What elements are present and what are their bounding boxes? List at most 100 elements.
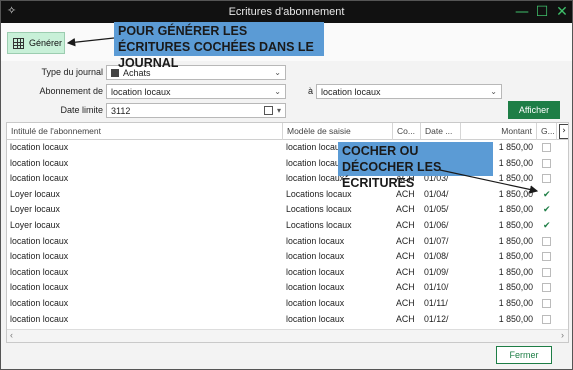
date-limit-value: 3112: [111, 106, 131, 116]
cell-amount: 1 850,00: [498, 282, 533, 293]
table-row[interactable]: location locaux location locaux ACH 01/07/1…: [7, 234, 568, 250]
cell-name: location locaux: [10, 282, 69, 293]
generate-checkbox[interactable]: [542, 314, 551, 324]
table-header: Intitulé de l'abonnement Modèle de saisi…: [7, 123, 568, 140]
column-header-date[interactable]: Date ...: [421, 123, 461, 140]
minimize-icon[interactable]: —: [513, 3, 531, 21]
cell-amount: 1 850,00: [498, 313, 533, 324]
cell-model: location locaux: [286, 251, 345, 262]
table-row[interactable]: Loyer locaux Locations locaux ACH 01/04/1 8…: [7, 187, 568, 203]
calendar-icon[interactable]: [264, 106, 273, 115]
cell-code: ACH: [396, 220, 415, 230]
table-row[interactable]: location locaux location locaux ACH 01/12/1…: [7, 312, 568, 328]
cell-name: location locaux: [10, 266, 69, 277]
column-header-generate[interactable]: G...: [537, 123, 557, 140]
column-header-code[interactable]: Co...: [393, 123, 421, 140]
cell-date: 01/08/: [424, 251, 449, 262]
cell-amount: 1 850,00: [498, 251, 533, 262]
generate-checkbox[interactable]: [542, 267, 551, 277]
cell-date: 01/10/: [424, 282, 449, 293]
cell-amount: 1 850,00: [498, 220, 533, 230]
cell-name: Loyer locaux: [10, 188, 60, 199]
cell-amount: 1 850,00: [498, 204, 533, 215]
cell-model: location locaux: [286, 235, 345, 246]
cell-model: location locaux: [286, 313, 345, 324]
cell-name: location locaux: [10, 142, 69, 152]
chevron-down-icon: ⌄: [490, 87, 497, 96]
close-button[interactable]: Fermer: [496, 346, 552, 364]
window-title: Ecritures d'abonnement: [228, 6, 345, 18]
column-header-name[interactable]: Intitulé de l'abonnement: [7, 123, 283, 140]
horizontal-scrollbar[interactable]: ‹ ›: [7, 329, 568, 342]
cell-amount: 1 850,00: [498, 298, 533, 308]
table-row[interactable]: Loyer locaux Locations locaux ACH 01/06/1 8…: [7, 218, 568, 234]
grid-icon: [13, 37, 24, 49]
subscription-to-value: location locaux: [321, 87, 381, 97]
chevron-down-icon[interactable]: ▾: [277, 106, 281, 116]
generate-checkbox[interactable]: [542, 158, 551, 168]
table-row[interactable]: location locaux location locaux ACH 01/11/1…: [7, 296, 568, 312]
date-limit-field[interactable]: 3112 ▾: [106, 103, 286, 118]
generate-button-label: Générer: [29, 38, 63, 48]
generate-checkbox[interactable]: [542, 299, 551, 308]
cell-model: location locaux: [286, 282, 345, 293]
generate-checkbox[interactable]: [542, 174, 551, 184]
generate-checkbox[interactable]: [542, 283, 551, 293]
cell-code: ACH: [396, 266, 415, 277]
cell-amount: 1 850,00: [498, 188, 533, 199]
table-row[interactable]: location locaux location locaux ACH 01/10/1…: [7, 280, 568, 296]
subscription-to-select[interactable]: location locaux ⌄: [316, 84, 502, 99]
close-icon[interactable]: ✕: [553, 3, 571, 21]
cell-name: location locaux: [10, 313, 69, 324]
show-button[interactable]: Afficher: [508, 101, 560, 119]
journal-type-label: Type du journal: [41, 67, 103, 77]
cell-model: Locations locaux: [286, 204, 352, 215]
date-limit-label: Date limite: [60, 105, 103, 115]
cell-date: 01/11/: [424, 298, 448, 308]
filter-form: Type du journal Achats ⌄ Abonnement de l…: [1, 61, 572, 123]
cell-date: 01/12/: [424, 313, 449, 324]
generate-checkbox[interactable]: ✔: [542, 189, 551, 199]
chevron-down-icon: ⌄: [274, 68, 281, 77]
subscription-to-label: à: [307, 86, 313, 96]
cell-model: location locaux: [286, 298, 345, 308]
table-row[interactable]: location locaux location locaux ACH 01/09/1…: [7, 265, 568, 281]
generate-checkbox[interactable]: [542, 252, 551, 262]
subscription-from-select[interactable]: location locaux ⌄: [106, 84, 286, 99]
cell-date: 01/09/: [424, 266, 449, 277]
scroll-left-icon[interactable]: ‹: [10, 330, 13, 340]
check-callout: COCHER OU DÉCOCHER LES ÉCRITURES: [338, 142, 493, 190]
subscription-from-value: location locaux: [111, 87, 171, 97]
cell-name: location locaux: [10, 298, 69, 308]
cell-date: 01/04/: [424, 188, 449, 199]
scroll-right-button[interactable]: ›: [559, 124, 568, 139]
cell-name: location locaux: [10, 235, 69, 246]
cell-model: location locaux: [286, 266, 345, 277]
generate-checkbox[interactable]: ✔: [542, 205, 551, 215]
cell-model: Locations locaux: [286, 220, 352, 230]
cell-code: ACH: [396, 204, 415, 215]
scroll-right-icon[interactable]: ›: [561, 330, 564, 340]
generate-checkbox[interactable]: ✔: [542, 221, 551, 231]
cell-name: location locaux: [10, 251, 69, 262]
table-row[interactable]: Loyer locaux Locations locaux ACH 01/05/1 8…: [7, 202, 568, 218]
cell-name: Loyer locaux: [10, 220, 60, 230]
generate-button[interactable]: Générer: [7, 32, 65, 54]
cell-code: ACH: [396, 298, 415, 308]
maximize-icon[interactable]: ☐: [533, 3, 551, 21]
cell-date: 01/05/: [424, 204, 449, 215]
chevron-down-icon: ⌄: [274, 87, 281, 96]
cell-code: ACH: [396, 282, 415, 293]
cell-name: Loyer locaux: [10, 204, 60, 215]
generate-checkbox[interactable]: [542, 236, 551, 246]
cell-amount: 1 850,00: [498, 235, 533, 246]
table-row[interactable]: location locaux location locaux ACH 01/08/1…: [7, 249, 568, 265]
cell-name: location locaux: [10, 173, 69, 184]
title-bar[interactable]: ✧ Ecritures d'abonnement — ☐ ✕: [1, 1, 572, 23]
column-header-model[interactable]: Modèle de saisie: [283, 123, 393, 140]
cell-code: ACH: [396, 313, 415, 324]
generate-checkbox[interactable]: [542, 143, 551, 152]
cell-name: location locaux: [10, 157, 69, 168]
column-header-amount[interactable]: Montant: [461, 123, 537, 140]
subscription-label: Abonnement de: [39, 86, 103, 96]
